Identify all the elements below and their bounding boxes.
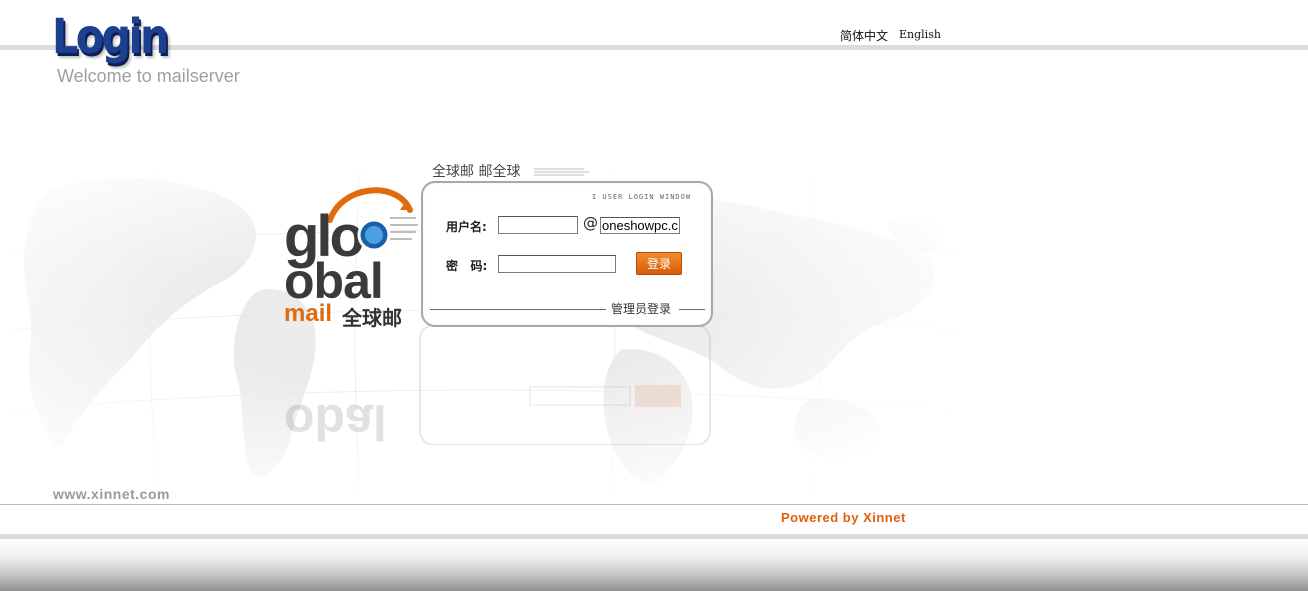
password-input[interactable]: [498, 255, 616, 273]
lang-chinese-link[interactable]: 简体中文: [840, 27, 888, 44]
logo-text: Login: [52, 9, 169, 65]
panel-title: 全球邮 邮全球: [432, 164, 521, 180]
footer-rule: [0, 504, 1308, 505]
welcome-text: Welcome to mailserver: [57, 66, 240, 86]
mail-word: mail: [284, 300, 333, 327]
admin-divider-right: [679, 309, 705, 310]
username-label: 用户名:: [446, 220, 487, 234]
title-decoration: [534, 168, 589, 176]
logo-reflection: obal: [280, 325, 720, 445]
admin-divider-left: [430, 309, 606, 310]
lang-english-link[interactable]: English: [899, 28, 941, 41]
at-sign: @: [583, 214, 598, 232]
domain-input[interactable]: [600, 217, 680, 234]
window-label: I USER LOGIN WINDOW: [592, 193, 692, 201]
footer-gradient: [0, 539, 1308, 591]
username-input[interactable]: [498, 216, 578, 234]
powered-by: Powered by Xinnet: [781, 510, 906, 525]
admin-login-link[interactable]: 管理员登录: [611, 300, 671, 317]
site-url: www.xinnet.com: [53, 486, 170, 502]
svg-text:obal: obal: [284, 394, 387, 445]
login-logo: Login: [50, 8, 250, 68]
login-button[interactable]: 登录: [636, 252, 682, 275]
password-label: 密 码:: [446, 259, 488, 273]
